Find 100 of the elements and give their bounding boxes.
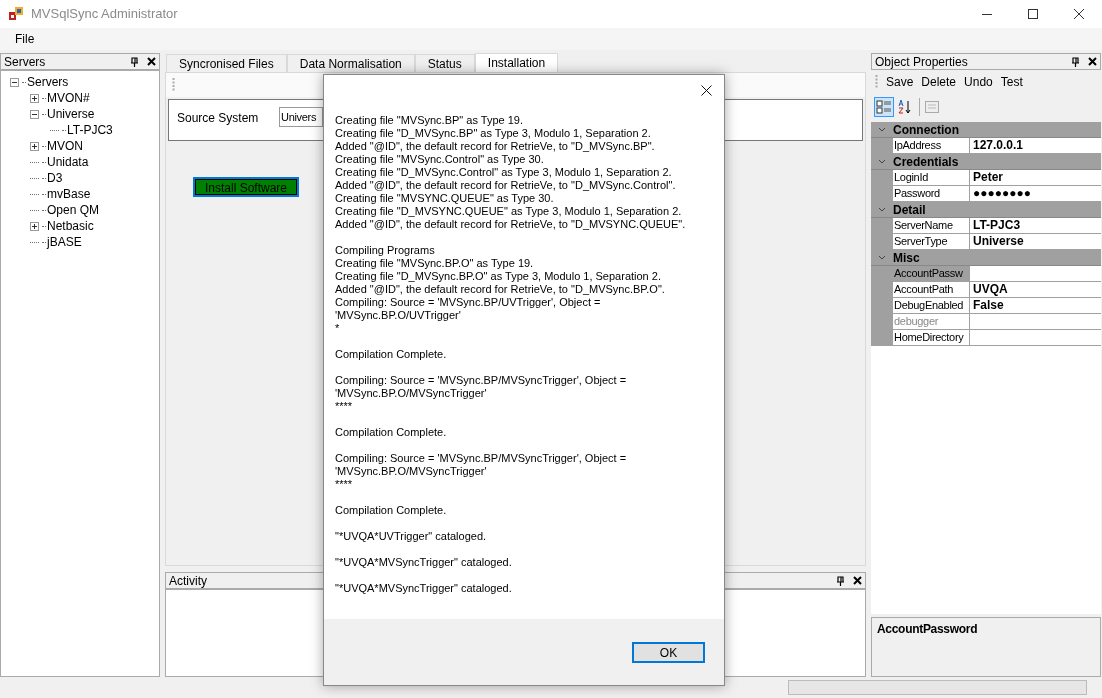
log-line: 'MVSync.BP.O/UVTrigger' — [335, 309, 461, 322]
source-system-dropdown[interactable]: Univers — [279, 107, 323, 127]
property-value[interactable]: UVQA — [970, 282, 1101, 298]
tab[interactable]: Syncronised Files — [166, 54, 287, 72]
category-row[interactable]: Connection — [871, 122, 1101, 138]
property-value[interactable]: Universe — [970, 234, 1101, 250]
tree-item[interactable]: MVON# — [46, 90, 91, 106]
tree-item[interactable]: Netbasic — [46, 218, 95, 234]
chevron-icon[interactable] — [878, 159, 886, 164]
collapse-icon[interactable] — [30, 109, 39, 119]
log-line: 'MVSync.BP.O/MVSyncTrigger' — [335, 465, 487, 478]
expand-icon[interactable] — [30, 221, 39, 231]
property-name[interactable]: ServerType — [893, 234, 970, 250]
log-line: Creating file "MVSync.BP.O" as Type 19. — [335, 257, 534, 270]
property-value[interactable] — [970, 330, 1101, 346]
chevron-icon[interactable] — [878, 255, 886, 260]
panel-title: Object Properties — [875, 53, 968, 71]
menu-item[interactable]: File — [0, 30, 50, 48]
category-label: Detail — [893, 201, 926, 219]
pin-icon[interactable] — [130, 56, 139, 67]
log-line: "*UVQA*MVSyncTrigger" cataloged. — [335, 582, 512, 595]
property-value[interactable] — [970, 266, 1101, 282]
window-title: MVSqlSync Administrator — [31, 5, 178, 24]
chevron-icon[interactable] — [878, 207, 886, 212]
property-name[interactable]: Password — [893, 186, 970, 202]
log-line: * — [335, 322, 340, 335]
expand-icon[interactable] — [30, 141, 39, 151]
close-icon[interactable] — [147, 57, 156, 66]
tree-item[interactable]: jBASE — [46, 234, 83, 250]
property-value[interactable]: LT-PJC3 — [970, 218, 1101, 234]
category-row[interactable]: Credentials — [871, 154, 1101, 170]
log-line: Compiling Programs — [335, 244, 435, 257]
property-name[interactable]: HomeDirectory — [893, 330, 970, 346]
tree-item[interactable]: Universe — [46, 106, 96, 122]
toolbar-grip-icon — [875, 75, 878, 89]
chevron-icon[interactable] — [878, 127, 886, 132]
field-label: Source System — [177, 110, 260, 127]
close-icon[interactable] — [1088, 57, 1097, 66]
property-value[interactable]: 127.0.0.1 — [970, 138, 1101, 154]
description-title: AccountPassword — [877, 622, 978, 636]
log-line: Creating file "D_MVSync.BP.O" as Type 3, Modulo 1, Separation 2. — [335, 270, 661, 283]
pin-icon[interactable] — [1071, 56, 1080, 67]
log-line: Creating file "D_MVSync.BP" as Type 3, Modulo 1, Separation 2. — [335, 127, 651, 140]
property-value[interactable] — [970, 314, 1101, 330]
log-line: Compiling: Source = 'MVSync.BP/MVSyncTrigger', Object = — [335, 452, 627, 465]
log-line: **** — [335, 400, 353, 413]
toolbar-button[interactable]: Save — [886, 73, 914, 91]
category-row[interactable]: Detail — [871, 202, 1101, 218]
minimize-icon[interactable] — [982, 13, 992, 15]
close-icon[interactable] — [853, 576, 862, 585]
toolbar-grip-icon — [172, 78, 175, 92]
log-line: Creating file "D_MVSYNC.QUEUE" as Type 3, Modulo 1, Separation 2. — [335, 205, 682, 218]
log-line: Compiling: Source = 'MVSync.BP/UVTrigger', Object = — [335, 296, 601, 309]
property-value[interactable]: ●●●●●●●● — [970, 186, 1101, 202]
maximize-icon[interactable] — [1028, 9, 1038, 19]
log-line: Compiling: Source = 'MVSync.BP/MVSyncTrigger', Object = — [335, 374, 627, 387]
tab[interactable]: Installation — [474, 53, 559, 72]
category-row[interactable]: Misc — [871, 250, 1101, 266]
install-software-button[interactable]: Install Software — [193, 177, 299, 197]
log-line: Compilation Complete. — [335, 426, 447, 439]
log-line: Creating file "MVSYNC.QUEUE" as Type 30. — [335, 192, 554, 205]
category-label: Credentials — [893, 153, 959, 171]
property-name[interactable]: DebugEnabled — [893, 298, 970, 314]
tree-item[interactable]: Open QM — [46, 202, 101, 218]
toolbar-button[interactable]: Undo — [964, 73, 993, 91]
expand-icon[interactable] — [30, 93, 39, 103]
tree-item[interactable]: Servers — [26, 74, 70, 90]
log-line: Added "@ID", the default record for RetrieVe, to "D_MVSYNC.QUEUE". — [335, 218, 686, 231]
log-line: Creating file "MVSync.Control" as Type 30. — [335, 153, 544, 166]
app-icon — [9, 7, 23, 21]
pin-icon[interactable] — [836, 575, 845, 586]
tree-item[interactable]: mvBase — [46, 186, 92, 202]
ok-button[interactable]: OK — [632, 641, 705, 663]
property-name[interactable]: IpAddress — [893, 138, 970, 154]
log-line: 'MVSync.BP.O/MVSyncTrigger' — [335, 387, 487, 400]
property-value[interactable]: False — [970, 298, 1101, 314]
category-label: Misc — [893, 249, 920, 267]
property-name[interactable]: AccountPath — [893, 282, 970, 298]
tree-item[interactable]: LT-PJC3 — [66, 122, 114, 138]
tree-item[interactable]: D3 — [46, 170, 64, 186]
property-name[interactable]: ServerName — [893, 218, 970, 234]
panel-title: Activity — [169, 572, 207, 590]
category-label: Connection — [893, 121, 959, 139]
property-value[interactable]: Peter — [970, 170, 1101, 186]
toolbar-button[interactable]: Delete — [921, 73, 957, 91]
log-line: "*UVQA*MVSyncTrigger" cataloged. — [335, 556, 512, 569]
log-line: Added "@ID", the default record for RetrieVe, to "D_MVSync.Control". — [335, 179, 676, 192]
categorized-view-button[interactable] — [874, 97, 894, 117]
toolbar-button[interactable]: Test — [1000, 73, 1023, 91]
log-line: Creating file "MVSync.BP" as Type 19. — [335, 114, 523, 127]
log-line: Added "@ID", the default record for RetrieVe, to "D_MVSync.BP". — [335, 140, 655, 153]
collapse-icon[interactable] — [10, 77, 19, 87]
property-name[interactable]: LoginId — [893, 170, 970, 186]
close-icon[interactable] — [701, 84, 712, 96]
log-line: **** — [335, 478, 353, 491]
tab[interactable]: Status — [414, 54, 475, 72]
tree-item[interactable]: Unidata — [46, 154, 90, 170]
close-icon[interactable] — [1074, 9, 1084, 19]
tab[interactable]: Data Normalisation — [286, 54, 415, 72]
tree-item[interactable]: MVON — [46, 138, 84, 154]
